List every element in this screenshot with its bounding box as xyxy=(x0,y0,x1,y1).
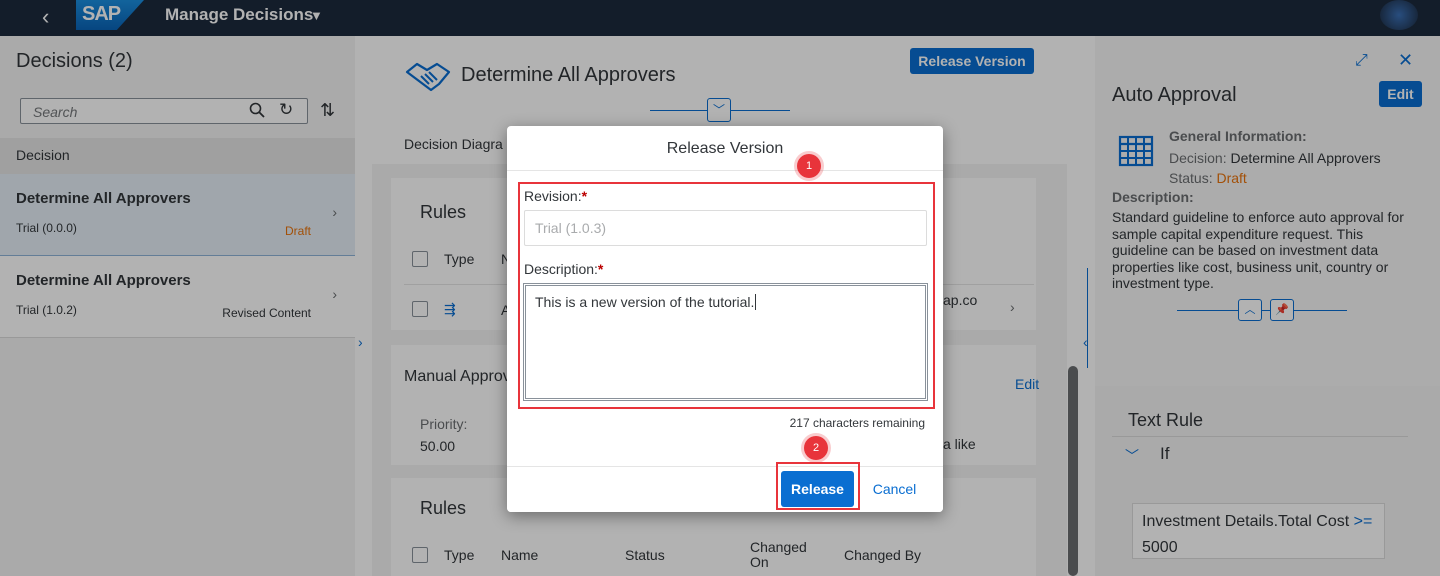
cancel-button[interactable]: Cancel xyxy=(862,471,927,507)
step-badge-2: 2 xyxy=(804,436,828,460)
required-mark: * xyxy=(597,261,604,277)
revision-input[interactable]: Trial (1.0.3) xyxy=(524,210,927,246)
description-value: This is a new version of the tutorial. xyxy=(535,294,755,310)
revision-label-text: Revision: xyxy=(524,188,582,204)
description-label: Description:* xyxy=(524,261,603,277)
release-button[interactable]: Release xyxy=(781,471,854,507)
description-textarea[interactable]: This is a new version of the tutorial. xyxy=(523,283,928,401)
revision-label: Revision:* xyxy=(524,188,587,204)
required-mark: * xyxy=(581,188,588,204)
characters-remaining: 217 characters remaining xyxy=(789,416,925,430)
dialog-header-separator xyxy=(507,170,943,171)
text-cursor xyxy=(755,294,757,310)
release-version-dialog: Release Version Revision:* Trial (1.0.3)… xyxy=(507,126,943,512)
revision-value: Trial (1.0.3) xyxy=(535,220,607,236)
step-badge-1: 1 xyxy=(797,154,821,178)
dialog-title: Release Version xyxy=(666,140,784,157)
description-label-text: Description: xyxy=(524,261,598,277)
